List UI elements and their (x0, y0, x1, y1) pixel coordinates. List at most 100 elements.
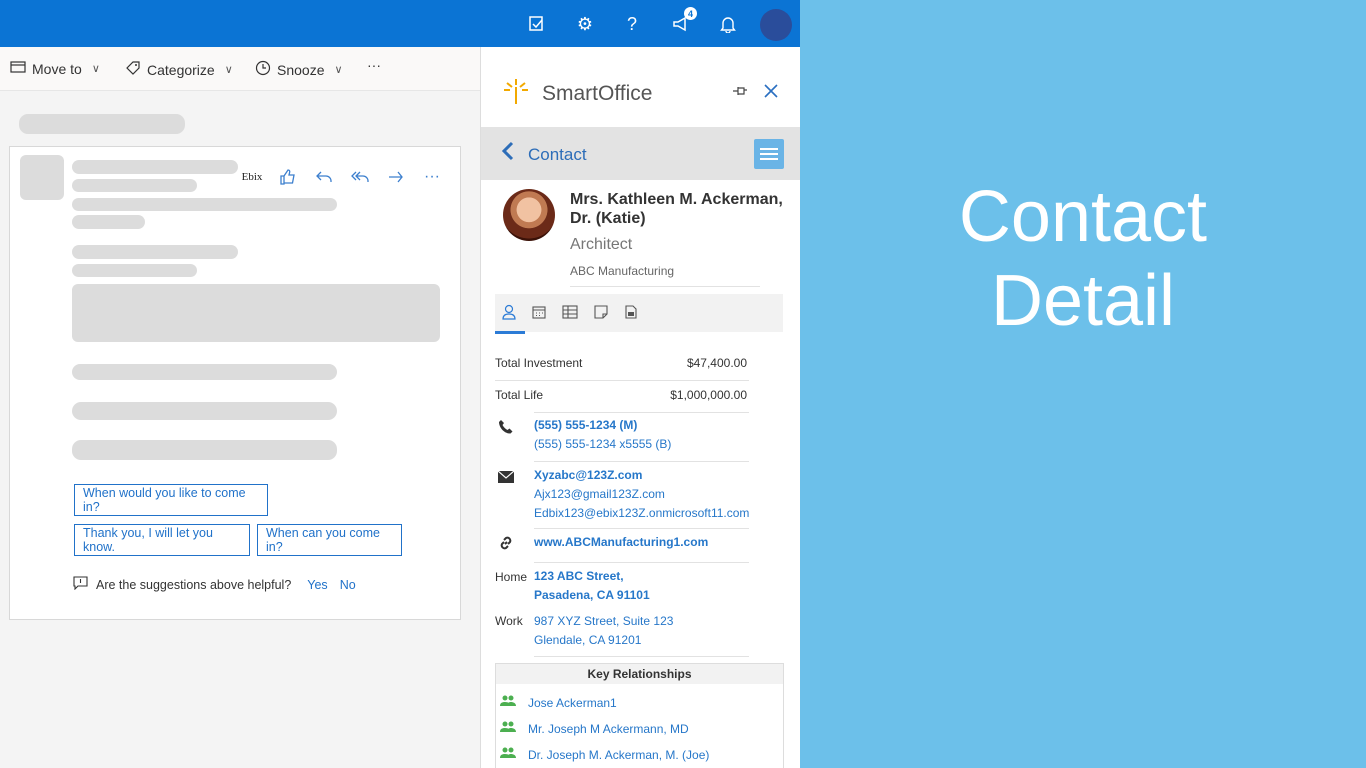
home-address-label: Home (495, 570, 528, 584)
total-investment-value: $47,400.00 (686, 356, 747, 370)
chevron-down-icon: ∨ (224, 64, 233, 76)
brand-name: SmartOffice (542, 82, 653, 105)
move-to-label: Move to (32, 60, 82, 77)
close-icon[interactable] (761, 81, 781, 101)
placeholder-line (72, 364, 337, 380)
email-primary-link[interactable]: Xyzabc@123Z.com (534, 468, 642, 482)
smartoffice-logo-icon (503, 77, 529, 105)
categorize-label: Categorize (147, 61, 215, 78)
snooze-button[interactable]: Snooze ∨ (255, 60, 343, 79)
contact-name: Mrs. Kathleen M. Ackerman, Dr. (Katie) (570, 191, 783, 227)
people-icon (500, 747, 528, 762)
divider (534, 528, 749, 529)
promo-caption: Contact Detail (800, 175, 1366, 343)
total-life-label: Total Life (495, 388, 544, 402)
body-placeholder-block (72, 284, 440, 342)
feedback-yes-link[interactable]: Yes (307, 578, 327, 592)
folder-move-icon (10, 60, 26, 77)
more-actions-button[interactable]: ··· (367, 57, 381, 73)
active-tab-indicator (495, 331, 525, 334)
whats-new-icon[interactable]: 4 (669, 7, 697, 36)
account-avatar[interactable] (760, 9, 792, 41)
suggested-reply-1[interactable]: When would you like to come in? (74, 484, 268, 516)
pin-icon[interactable] (731, 82, 749, 100)
suggested-reply-3[interactable]: When can you come in? (257, 524, 402, 556)
email-tertiary-link[interactable]: Edbix123@ebix123Z.onmicrosoft11.com (534, 504, 749, 523)
screen: ⚙ ? 4 Move to ∨ Categorize ∨ Snooze ∨ ··… (0, 0, 1366, 768)
total-life-value: $1,000,000.00 (670, 388, 747, 402)
divider (534, 656, 749, 657)
email-icon (497, 468, 515, 486)
tab-person-icon[interactable] (499, 302, 519, 322)
my-day-icon[interactable] (525, 12, 549, 36)
settings-gear-icon[interactable]: ⚙ (573, 12, 597, 36)
suggested-reply-2[interactable]: Thank you, I will let you know. (74, 524, 250, 556)
help-icon[interactable]: ? (620, 12, 644, 36)
relationship-item[interactable]: Mr. Joseph M Ackermann, MD (500, 721, 689, 736)
hamburger-menu-icon[interactable] (754, 139, 784, 169)
divider (534, 461, 749, 462)
key-relationships-title: Key Relationships (496, 664, 783, 684)
contact-job-title: Architect (570, 236, 633, 253)
email-addresses: Xyzabc@123Z.com Ajx123@gmail123Z.com Edb… (534, 466, 749, 523)
promo-panel: Contact Detail (800, 0, 1366, 768)
phone-icon (497, 418, 515, 436)
placeholder-line (72, 179, 197, 192)
feedback-icon (73, 576, 88, 593)
outlook-top-bar: ⚙ ? 4 (0, 0, 800, 47)
tab-table-icon[interactable] (560, 302, 580, 322)
tab-document-icon[interactable] (621, 302, 641, 322)
categorize-button[interactable]: Categorize ∨ (125, 60, 233, 79)
relationship-name: Mr. Joseph M Ackermann, MD (528, 721, 689, 736)
promo-line-1: Contact (958, 177, 1208, 257)
placeholder-line (72, 402, 337, 420)
relationship-item[interactable]: Jose Ackerman1 (500, 695, 617, 710)
reply-all-icon[interactable] (348, 166, 372, 188)
tab-note-icon[interactable] (591, 302, 611, 322)
work-address-label: Work (495, 614, 523, 628)
phone-numbers: (555) 555-1234 (M) (555) 555-1234 x5555 … (534, 416, 671, 454)
forward-icon[interactable] (384, 166, 408, 188)
work-address-line1: 987 XYZ Street, Suite 123 (534, 614, 674, 628)
more-label: ··· (367, 57, 381, 73)
placeholder-line (72, 440, 337, 460)
like-icon[interactable] (276, 166, 300, 188)
email-secondary-link[interactable]: Ajx123@gmail123Z.com (534, 485, 749, 504)
nav-title: Contact (528, 145, 587, 164)
snooze-label: Snooze (277, 61, 325, 78)
ebix-label: Ebix (241, 171, 263, 183)
more-options-icon[interactable]: ··· (420, 166, 444, 188)
home-address-line1: 123 ABC Street, (534, 569, 624, 583)
key-relationships-box: Key Relationships Jose Ackerman1 Mr. Jos… (495, 663, 784, 768)
tab-calendar-icon[interactable] (529, 302, 549, 322)
relationship-item[interactable]: Dr. Joseph M. Ackerman, M. (Joe) (500, 747, 709, 762)
placeholder-line (72, 160, 238, 174)
contact-tabs (495, 294, 783, 332)
total-life-row: Total Life $1,000,000.00 (495, 388, 747, 402)
chevron-down-icon: ∨ (91, 63, 100, 75)
back-chevron-icon[interactable] (501, 141, 515, 167)
total-investment-label: Total Investment (495, 356, 583, 370)
relationship-name: Dr. Joseph M. Ackerman, M. (Joe) (528, 747, 710, 762)
link-icon (497, 534, 515, 552)
phone-mobile-link[interactable]: (555) 555-1234 (M) (534, 418, 637, 432)
relationship-name: Jose Ackerman1 (528, 695, 617, 710)
move-to-button[interactable]: Move to ∨ (10, 60, 100, 77)
tag-icon (125, 60, 141, 79)
reply-icon[interactable] (312, 166, 336, 188)
suggestions-feedback: Are the suggestions above helpful? Yes N… (73, 576, 356, 593)
website-link[interactable]: www.ABCManufacturing1.com (534, 535, 708, 549)
bell-icon[interactable] (716, 12, 740, 36)
home-address[interactable]: 123 ABC Street, Pasadena, CA 91101 (534, 567, 650, 605)
feedback-no-link[interactable]: No (340, 578, 356, 592)
phone-business-link[interactable]: (555) 555-1234 x5555 (B) (534, 435, 671, 454)
subject-placeholder (19, 114, 185, 134)
work-address[interactable]: 987 XYZ Street, Suite 123 Glendale, CA 9… (534, 612, 673, 650)
promo-line-2: Detail (990, 261, 1176, 341)
smartoffice-panel: SmartOffice Contact Mrs. Kathleen M. Ack (480, 47, 800, 768)
panel-header: SmartOffice (481, 47, 800, 127)
website: www.ABCManufacturing1.com (534, 533, 708, 552)
divider (534, 412, 749, 413)
placeholder-line (72, 245, 238, 259)
ebix-addin-button[interactable]: Ebix (240, 166, 264, 188)
